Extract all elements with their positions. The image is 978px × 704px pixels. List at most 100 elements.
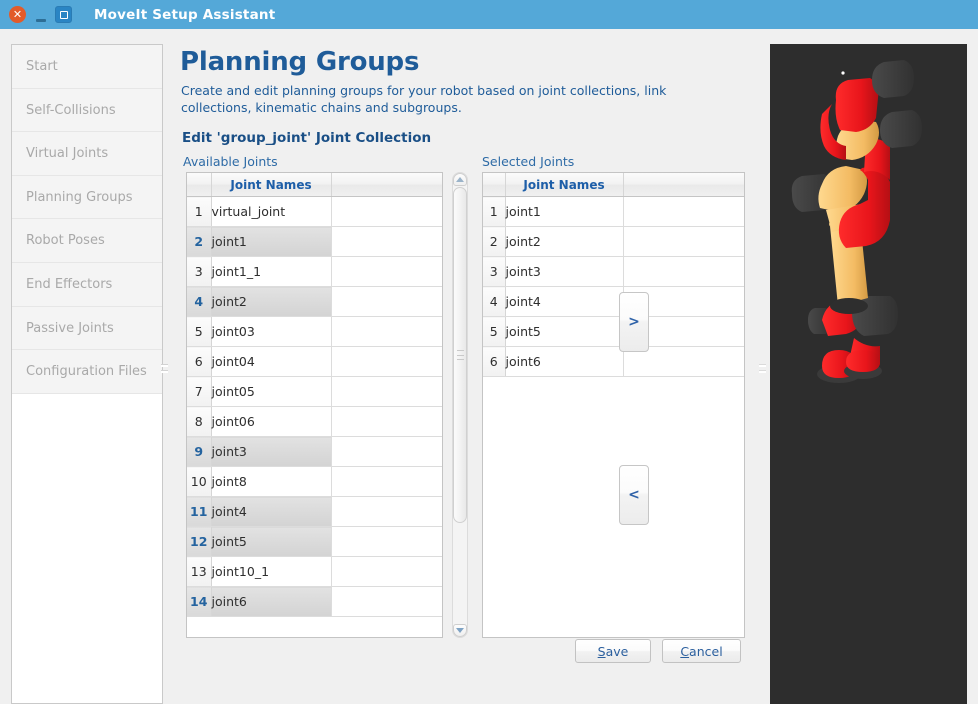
joint-name-cell[interactable]: joint10_1 [211, 556, 332, 587]
joint-name-cell[interactable]: joint05 [211, 376, 332, 407]
scrollbar-grip [457, 350, 464, 360]
page-description: Create and edit planning groups for your… [181, 83, 667, 115]
table-row[interactable]: 8 joint06 [187, 406, 442, 437]
sidebar-item-start[interactable]: Start [12, 45, 162, 89]
table-row[interactable]: 5 joint5 [483, 316, 744, 347]
table-row[interactable]: 12 joint5 [187, 526, 442, 557]
table-header-row: Joint Names [483, 173, 744, 197]
sidebar-item-self-collisions[interactable]: Self-Collisions [12, 88, 162, 133]
table-row[interactable]: 1 virtual_joint [187, 196, 442, 227]
joint-name-cell[interactable]: joint2 [505, 226, 624, 257]
table-row[interactable]: 6 joint6 [483, 346, 744, 377]
table-row[interactable]: 3 joint3 [483, 256, 744, 287]
move-to-selected-button[interactable]: > [619, 292, 649, 352]
table-row[interactable]: 3 joint1_1 [187, 256, 442, 287]
joint-name-cell[interactable]: joint3 [505, 256, 624, 287]
minimize-icon[interactable] [33, 5, 48, 25]
cancel-mnemonic: C [680, 643, 690, 659]
column-header-filler [623, 173, 744, 197]
row-index: 5 [187, 316, 212, 347]
row-index: 1 [187, 196, 212, 227]
joint-name-cell[interactable]: joint6 [505, 346, 624, 377]
sidebar-item-passive-joints[interactable]: Passive Joints [12, 306, 162, 351]
joint-name-cell[interactable]: joint03 [211, 316, 332, 347]
row-filler [331, 586, 442, 617]
left-splitter-handle[interactable] [161, 356, 168, 380]
row-index: 12 [187, 526, 212, 557]
row-index: 4 [483, 286, 506, 317]
save-label-rest: ave [605, 643, 629, 659]
column-header-joint-names[interactable]: Joint Names [211, 173, 332, 197]
sidebar-item-end-effectors[interactable]: End Effectors [12, 262, 162, 307]
available-joints-table[interactable]: Joint Names 1 virtual_joint 2 joint1 3 j… [186, 172, 443, 638]
row-index: 6 [187, 346, 212, 377]
scrollbar-thumb[interactable] [453, 187, 467, 523]
section-title: Edit 'group_joint' Joint Collection [182, 130, 432, 146]
robot-model [791, 60, 922, 383]
moveit-setup-assistant-window: ✕ MoveIt Setup Assistant Start Self-Coll… [0, 0, 978, 704]
row-index: 13 [187, 556, 212, 587]
joint-name-cell[interactable]: joint2 [211, 286, 332, 317]
table-row[interactable]: 5 joint03 [187, 316, 442, 347]
row-filler [623, 226, 744, 257]
table-row[interactable]: 6 joint04 [187, 346, 442, 377]
row-filler [331, 286, 442, 317]
joint-name-cell[interactable]: joint4 [211, 496, 332, 527]
close-icon[interactable]: ✕ [9, 6, 26, 23]
joint-name-cell[interactable]: joint1 [505, 196, 624, 227]
joint-name-cell[interactable]: joint5 [211, 526, 332, 557]
table-row[interactable]: 14 joint6 [187, 586, 442, 617]
joint-name-cell[interactable]: joint5 [505, 316, 624, 347]
row-filler [331, 496, 442, 527]
row-filler [331, 526, 442, 557]
joint-name-cell[interactable]: joint3 [211, 436, 332, 467]
row-index: 11 [187, 496, 212, 527]
window-title: MoveIt Setup Assistant [94, 6, 276, 23]
save-button[interactable]: Save [575, 639, 651, 663]
table-row[interactable]: 13 joint10_1 [187, 556, 442, 587]
joint-name-cell[interactable]: joint8 [211, 466, 332, 497]
row-index: 3 [187, 256, 212, 287]
available-joints-scrollbar[interactable] [449, 172, 471, 638]
sidebar-item-virtual-joints[interactable]: Virtual Joints [12, 132, 162, 176]
table-row[interactable]: 2 joint2 [483, 226, 744, 257]
window-body: Start Self-Collisions Virtual Joints Pla… [0, 29, 978, 704]
row-filler [623, 256, 744, 287]
joint-name-cell[interactable]: virtual_joint [211, 196, 332, 227]
sidebar-item-configuration-files[interactable]: Configuration Files [12, 350, 162, 394]
sidebar-item-robot-poses[interactable]: Robot Poses [12, 219, 162, 263]
column-header-joint-names[interactable]: Joint Names [505, 173, 624, 197]
joint-name-cell[interactable]: joint06 [211, 406, 332, 437]
robot-3d-viewport[interactable] [770, 44, 967, 704]
table-row[interactable]: 1 joint1 [483, 196, 744, 227]
maximize-icon[interactable] [55, 6, 72, 23]
scroll-up-button[interactable] [453, 173, 467, 186]
table-row[interactable]: 10 joint8 [187, 466, 442, 497]
row-filler [331, 226, 442, 257]
joint-name-cell[interactable]: joint4 [505, 286, 624, 317]
table-row[interactable]: 7 joint05 [187, 376, 442, 407]
row-filler [331, 196, 442, 227]
joint-name-cell[interactable]: joint6 [211, 586, 332, 617]
table-row[interactable]: 9 joint3 [187, 436, 442, 467]
cancel-button[interactable]: Cancel [662, 639, 741, 663]
sidebar-item-planning-groups[interactable]: Planning Groups [12, 175, 162, 220]
available-joints-label: Available Joints [183, 154, 278, 169]
joint-name-cell[interactable]: joint1 [211, 226, 332, 257]
selected-joints-table[interactable]: Joint Names 1 joint1 2 joint2 3 joint3 4… [482, 172, 745, 638]
table-row[interactable]: 4 joint2 [187, 286, 442, 317]
move-to-available-button[interactable]: < [619, 465, 649, 525]
row-header-corner [187, 173, 212, 197]
row-header-corner [483, 173, 506, 197]
row-index: 9 [187, 436, 212, 467]
table-row[interactable]: 2 joint1 [187, 226, 442, 257]
table-row[interactable]: 4 joint4 [483, 286, 744, 317]
right-splitter-handle[interactable] [759, 356, 766, 380]
joint-name-cell[interactable]: joint04 [211, 346, 332, 377]
cancel-label-rest: ancel [689, 643, 723, 659]
joint-name-cell[interactable]: joint1_1 [211, 256, 332, 287]
row-index: 2 [483, 226, 506, 257]
row-index: 10 [187, 466, 212, 497]
table-row[interactable]: 11 joint4 [187, 496, 442, 527]
row-filler [331, 316, 442, 347]
